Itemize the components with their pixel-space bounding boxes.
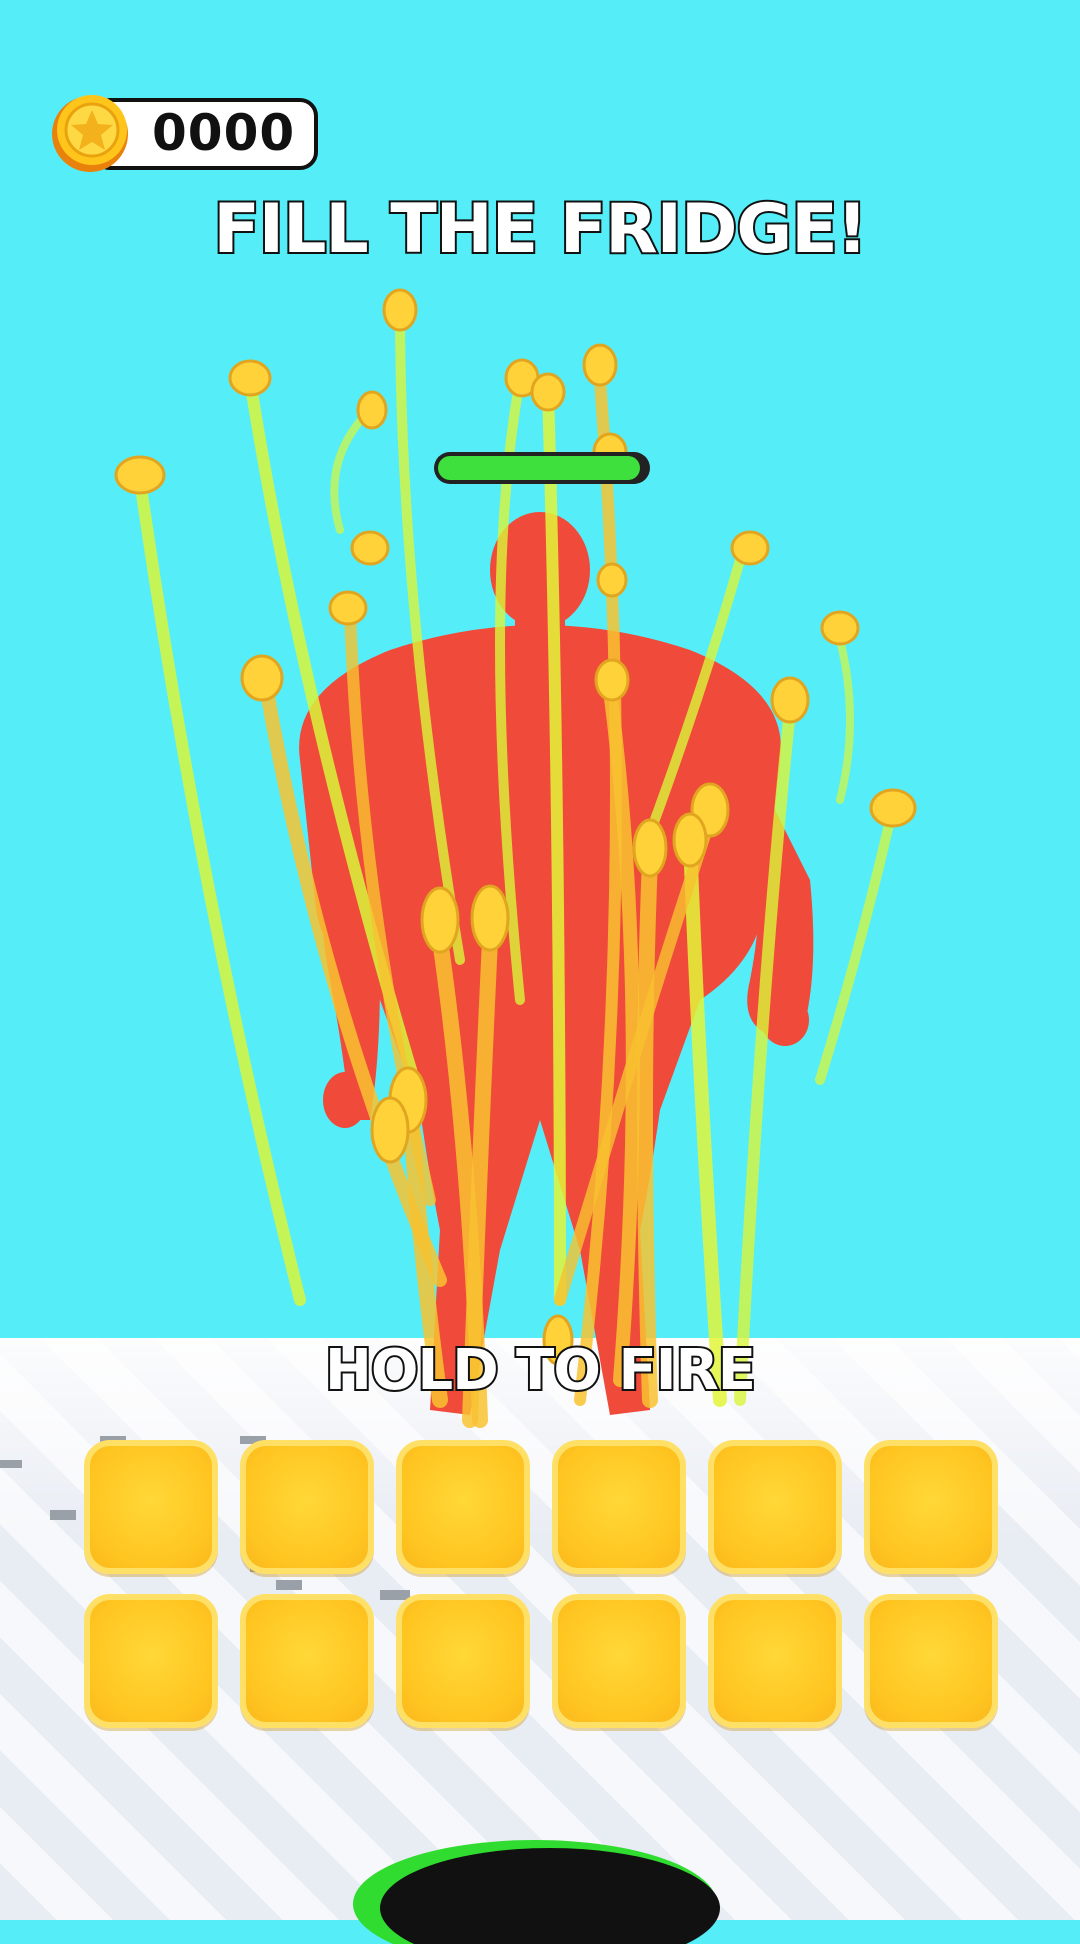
fridge-slot	[396, 1440, 530, 1574]
fridge-slot	[84, 1594, 218, 1728]
star-coin-icon	[52, 95, 128, 172]
fridge-slot	[552, 1440, 686, 1574]
fridge-slot	[864, 1594, 998, 1728]
coin-count: 0000	[152, 104, 296, 162]
fridge-slot	[84, 1440, 218, 1574]
fire-button[interactable]	[350, 1834, 720, 1944]
fridge-slot	[240, 1594, 374, 1728]
fridge-slot	[396, 1594, 530, 1728]
fridge-slots	[84, 1440, 998, 1728]
boss-health-fill	[438, 456, 640, 480]
hold-to-fire-hint: HOLD TO FIRE	[323, 1336, 758, 1405]
coin-counter: 0000	[52, 95, 322, 176]
fridge-slot	[708, 1594, 842, 1728]
boss-health-bar	[434, 452, 650, 484]
fridge-slot	[240, 1440, 374, 1574]
fridge-slot	[708, 1440, 842, 1574]
fridge-slot	[552, 1594, 686, 1728]
level-title: FILL THE FRIDGE!	[211, 188, 869, 271]
fridge-slot	[864, 1440, 998, 1574]
